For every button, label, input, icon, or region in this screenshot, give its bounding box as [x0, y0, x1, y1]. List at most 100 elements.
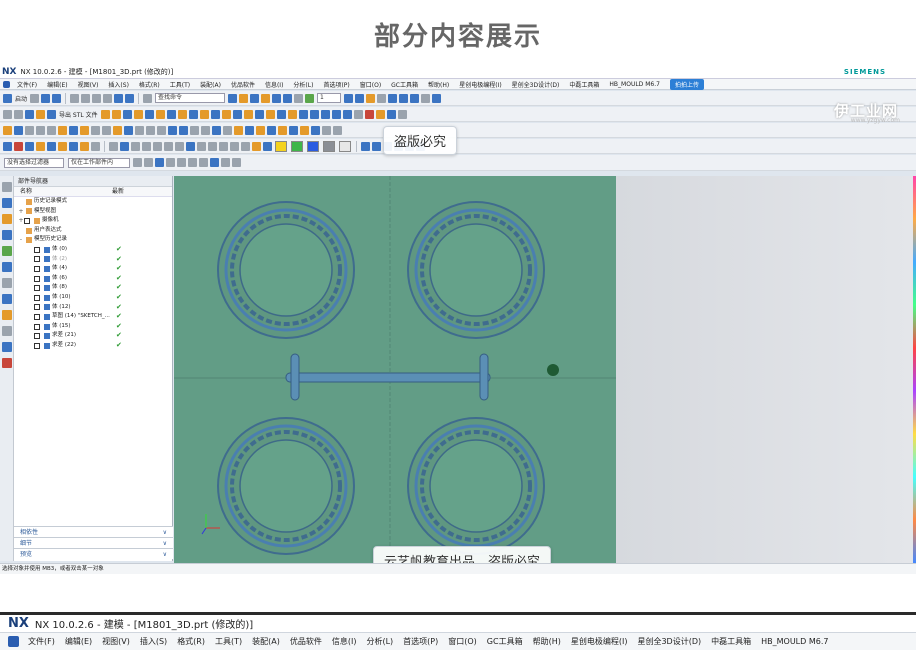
divide-icon[interactable]	[124, 125, 133, 135]
menu-window[interactable]: 窗口(O)	[360, 80, 381, 89]
color-swatch-grey[interactable]	[323, 140, 335, 152]
layer-settings-icon[interactable]	[25, 141, 34, 151]
part-navigator-icon[interactable]	[2, 198, 12, 208]
datum-icon[interactable]	[300, 125, 309, 135]
body-icon[interactable]	[234, 125, 243, 135]
system-scene-icon[interactable]	[2, 326, 12, 336]
mesh-icon[interactable]	[256, 125, 265, 135]
menu-view[interactable]: 视图(V)	[102, 636, 130, 647]
save-icon[interactable]	[52, 93, 62, 103]
tangent-icon[interactable]	[208, 141, 217, 151]
orient-icon[interactable]	[272, 93, 282, 103]
point-icon[interactable]	[47, 125, 56, 135]
delete-icon[interactable]	[103, 93, 113, 103]
menu-info[interactable]: 信息(I)	[332, 636, 357, 647]
open-icon[interactable]	[41, 93, 51, 103]
cone-icon[interactable]	[133, 109, 143, 119]
fit-icon[interactable]	[283, 93, 293, 103]
center-icon[interactable]	[164, 141, 173, 151]
mould-wizard-icon[interactable]	[309, 109, 319, 119]
section-details[interactable]: 细节 ∨	[14, 537, 173, 548]
upload-button[interactable]: 拍拍上传	[669, 78, 704, 90]
snap-point-icon[interactable]	[166, 158, 175, 167]
color-swatch-white[interactable]	[339, 140, 351, 152]
section-preview[interactable]: 预览 ∨	[14, 548, 173, 559]
reuse-library-icon[interactable]	[2, 246, 12, 256]
menu-preferences[interactable]: 首选项(P)	[323, 80, 349, 89]
tree-item[interactable]: 用户表达式	[14, 226, 172, 236]
plane-icon[interactable]	[311, 125, 320, 135]
scope-select[interactable]: 仅在工作部件内	[68, 157, 130, 168]
spline-icon[interactable]	[14, 125, 23, 135]
vertex-icon[interactable]	[289, 125, 298, 135]
subtract-icon[interactable]	[166, 109, 176, 119]
existing-point-icon[interactable]	[230, 141, 239, 151]
render-icon[interactable]	[305, 93, 315, 103]
intersect-icon[interactable]	[177, 109, 187, 119]
block-icon[interactable]	[111, 109, 121, 119]
tree-item[interactable]: 体 (15) ✔	[14, 322, 172, 332]
menu-tools[interactable]: 工具(T)	[215, 636, 242, 647]
view-front-icon[interactable]	[372, 141, 381, 151]
web-browser-icon[interactable]	[2, 262, 12, 272]
selection-icon[interactable]	[3, 141, 12, 151]
menu-analysis[interactable]: 分析(L)	[293, 80, 313, 89]
csys-icon[interactable]	[333, 125, 342, 135]
book-icon[interactable]	[2, 358, 12, 368]
thicken-icon[interactable]	[265, 109, 275, 119]
mirror-icon[interactable]	[232, 109, 242, 119]
snap-icon[interactable]	[344, 93, 354, 103]
menu-zhonglei[interactable]: 中磊工具箱	[569, 80, 599, 89]
menu-3d-design[interactable]: 星创全3D设计(D)	[512, 80, 560, 89]
shade-icon[interactable]	[261, 93, 271, 103]
tree-item[interactable]: 体 (12) ✔	[14, 303, 172, 313]
export-icon[interactable]	[47, 109, 56, 119]
menu-format[interactable]: 格式(R)	[177, 636, 205, 647]
curve-length-icon[interactable]	[212, 125, 221, 135]
join-icon[interactable]	[135, 125, 144, 135]
orange-box-icon[interactable]	[252, 141, 261, 151]
invert-icon[interactable]	[69, 141, 78, 151]
edit-curve-icon[interactable]	[201, 125, 210, 135]
menu-3d-design[interactable]: 星创全3D设计(D)	[637, 636, 701, 647]
curve-icon[interactable]	[3, 125, 12, 135]
color-swatch-green[interactable]	[291, 140, 303, 152]
menu-format[interactable]: 格式(R)	[139, 80, 160, 89]
layer-select[interactable]: 1	[317, 93, 342, 103]
start-icon[interactable]	[3, 93, 12, 103]
offset-icon[interactable]	[188, 109, 198, 119]
helix-icon[interactable]	[146, 125, 155, 135]
midpoint-icon[interactable]	[153, 141, 162, 151]
delete-face-icon[interactable]	[298, 109, 308, 119]
paste-icon[interactable]	[92, 93, 102, 103]
core-icon[interactable]	[331, 109, 341, 119]
color-icon[interactable]	[14, 141, 23, 151]
surface-icon[interactable]	[100, 109, 110, 119]
menu-assembly[interactable]: 装配(A)	[252, 636, 280, 647]
menu-assembly[interactable]: 装配(A)	[200, 80, 221, 89]
offset-curve-icon[interactable]	[113, 125, 122, 135]
palette-icon[interactable]	[2, 342, 12, 352]
cavity-icon[interactable]	[342, 109, 352, 119]
menu-analysis[interactable]: 分析(L)	[366, 636, 393, 647]
filter-select[interactable]: 没有选择过滤器	[4, 157, 64, 168]
chamfer-icon[interactable]	[432, 93, 442, 103]
menu-insert[interactable]: 插入(S)	[140, 636, 167, 647]
tree-item[interactable]: 求差 (21) ✔	[14, 331, 172, 341]
sphere-icon[interactable]	[144, 109, 154, 119]
smooth-icon[interactable]	[223, 125, 232, 135]
move-face-icon[interactable]	[287, 109, 297, 119]
start-label[interactable]: 启动	[15, 94, 27, 103]
sew-icon[interactable]	[254, 109, 264, 119]
text-icon[interactable]	[25, 109, 34, 119]
wcs-icon[interactable]	[377, 93, 387, 103]
snap-slash-icon[interactable]	[232, 158, 241, 167]
measure-icon[interactable]	[355, 93, 365, 103]
tree-item[interactable]: + 摄像机	[14, 216, 172, 226]
menu-insert[interactable]: 插入(S)	[108, 80, 129, 89]
edge-icon[interactable]	[278, 125, 287, 135]
tree-item[interactable]: 体 (6) ✔	[14, 274, 172, 284]
visibility-checkbox[interactable]	[34, 333, 40, 340]
viewport-gradient-area[interactable]	[616, 176, 916, 563]
snap-center-icon[interactable]	[199, 158, 208, 167]
